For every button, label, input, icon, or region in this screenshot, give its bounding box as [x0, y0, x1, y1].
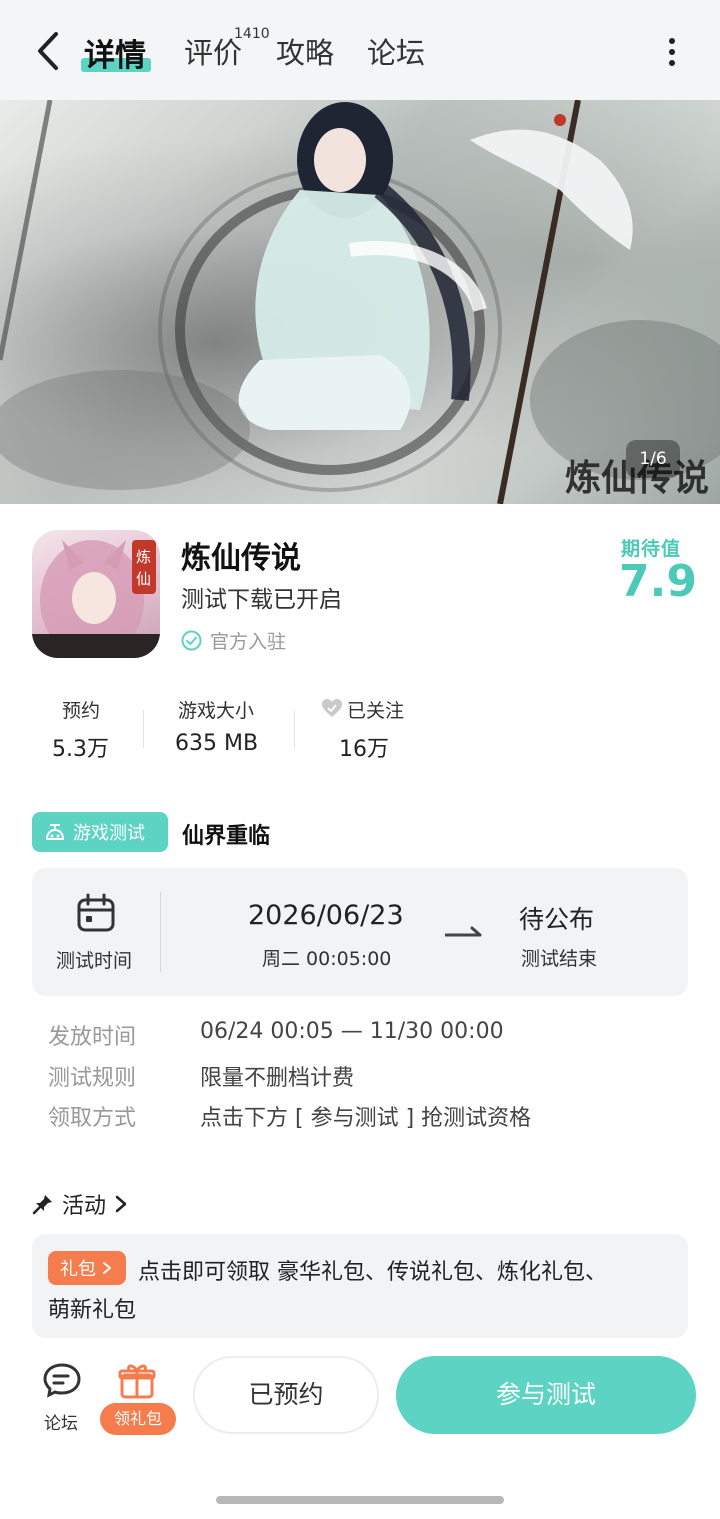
- detail-value-release: 06/24 00:05 — 11/30 00:00: [200, 1019, 504, 1044]
- gift-tag[interactable]: 礼包: [48, 1251, 126, 1285]
- tab-details[interactable]: 详情: [84, 30, 146, 75]
- banner-page-counter: 1/6: [626, 440, 680, 478]
- detail-key-method: 领取方式: [48, 1106, 137, 1131]
- stat-reservations-label: 预约: [62, 700, 101, 722]
- calendar-icon: [77, 893, 115, 932]
- test-end-label: 测试结束: [521, 948, 598, 970]
- activity-header[interactable]: 活动: [32, 1188, 128, 1220]
- stat-follow-value: 16万: [339, 737, 389, 762]
- app-subtitle: 测试下载已开启: [181, 587, 342, 613]
- home-indicator[interactable]: [216, 1496, 504, 1504]
- gift-icon[interactable]: [118, 1362, 156, 1400]
- stat-reservations-value: 5.3万: [52, 737, 109, 762]
- stat-follow-label[interactable]: 已关注: [347, 696, 404, 723]
- forum-label[interactable]: 论坛: [44, 1409, 78, 1434]
- expectation-score: 7.9: [619, 556, 697, 607]
- stat-divider: [294, 710, 295, 748]
- stat-size-value: 635 MB: [175, 731, 259, 756]
- pin-icon: [32, 1195, 52, 1215]
- test-start-detail: 周二 00:05:00: [262, 948, 392, 970]
- more-options-icon[interactable]: [658, 36, 686, 68]
- heart-icon[interactable]: [321, 698, 343, 718]
- app-icon: 炼 仙: [32, 530, 160, 658]
- arrow-right-icon: [445, 926, 482, 937]
- tab-forum[interactable]: 论坛: [367, 30, 425, 72]
- gift-tag-label: 礼包: [60, 1259, 96, 1280]
- chevron-right-icon: [115, 1195, 127, 1213]
- test-time-label: 测试时间: [56, 950, 133, 972]
- activity-text-line1: 点击即可领取 豪华礼包、传说礼包、炼化礼包、: [138, 1260, 607, 1285]
- join-test-button[interactable]: 参与测试: [396, 1356, 696, 1434]
- banner-artwork: 炼仙传说: [0, 100, 720, 504]
- test-start-date: 2026/06/23: [248, 900, 404, 931]
- svg-text:炼: 炼: [136, 548, 151, 566]
- activity-text-line2: 萌新礼包: [48, 1298, 137, 1323]
- chevron-right-icon: [103, 1262, 111, 1274]
- game-test-tag: 游戏测试: [32, 812, 168, 852]
- activity-title: 活动: [62, 1194, 107, 1219]
- test-title: 仙界重临: [182, 824, 271, 849]
- claim-gift-badge[interactable]: 领礼包: [100, 1403, 176, 1435]
- card-divider: [160, 892, 161, 972]
- detail-key-rules: 测试规则: [48, 1066, 137, 1091]
- detail-value-method: 点击下方 [ 参与测试 ] 抢测试资格: [200, 1106, 532, 1131]
- official-label: 官方入驻: [210, 631, 287, 653]
- top-nav-bar: 详情 评价 1410 攻略 论坛: [0, 0, 720, 100]
- stat-divider: [143, 710, 144, 748]
- reserved-button[interactable]: 已预约: [193, 1356, 379, 1434]
- svg-text:仙: 仙: [136, 570, 151, 588]
- verified-check-icon: [181, 630, 202, 651]
- detail-key-release: 发放时间: [48, 1025, 137, 1050]
- detail-value-rules: 限量不删档计费: [200, 1066, 355, 1091]
- stat-size-label: 游戏大小: [178, 700, 255, 722]
- forum-chat-icon[interactable]: [42, 1362, 82, 1398]
- review-count-badge: 1410: [234, 26, 270, 42]
- tab-guides[interactable]: 攻略: [276, 30, 334, 72]
- test-end-value: 待公布: [519, 905, 595, 934]
- back-arrow-icon[interactable]: [30, 28, 66, 74]
- game-test-tag-label: 游戏测试: [73, 823, 145, 844]
- banner-carousel[interactable]: 炼仙传说 1/6: [0, 100, 720, 504]
- flask-icon: [46, 824, 64, 840]
- app-name: 炼仙传说: [181, 541, 301, 576]
- official-badge: 官方入驻: [181, 627, 286, 654]
